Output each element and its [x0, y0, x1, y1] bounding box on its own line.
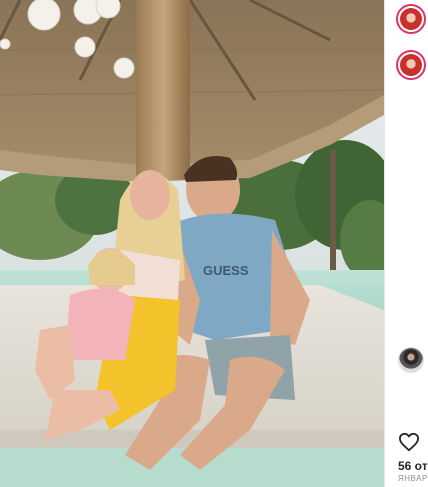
post-photo[interactable]: GUESS	[0, 0, 384, 487]
avatar-image	[399, 348, 423, 372]
story-avatar[interactable]	[396, 4, 426, 34]
center-pole	[136, 0, 190, 180]
avatar-image	[400, 54, 422, 76]
avatar-image	[400, 8, 422, 30]
tshirt-print: GUESS	[203, 263, 249, 278]
post-date: ЯНВАР	[398, 474, 428, 483]
likes-count[interactable]: 56 от	[398, 459, 428, 473]
story-avatar[interactable]	[396, 50, 426, 80]
heart-icon[interactable]	[398, 432, 420, 452]
commenter-avatar[interactable]	[398, 347, 424, 373]
